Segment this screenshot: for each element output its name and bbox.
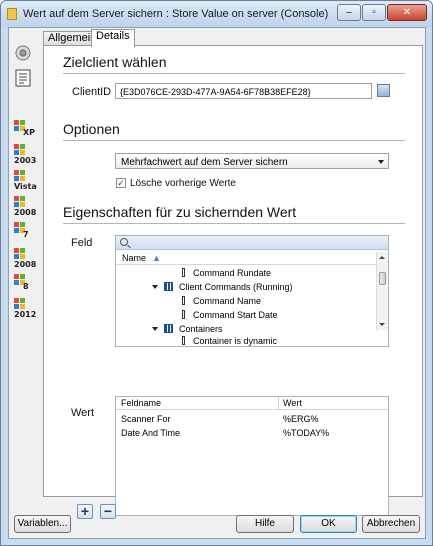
tree-item[interactable]: Command Name — [182, 296, 261, 306]
minimize-button[interactable]: – — [337, 4, 361, 21]
os-label: 2003 — [14, 156, 37, 165]
value-label: Wert — [71, 407, 95, 419]
expand-icon[interactable] — [152, 327, 158, 331]
tree-item[interactable]: Client Commands (Running) — [152, 282, 293, 292]
field-icon — [182, 310, 185, 319]
table-row[interactable]: Date And Time %TODAY% — [116, 426, 388, 440]
store-mode-value: Mehrfachwert auf dem Server sichern — [121, 157, 288, 168]
field-icon — [182, 268, 185, 277]
field-icon — [182, 296, 185, 305]
grid-cell-wert: %ERG% — [283, 414, 319, 424]
disc-icon[interactable] — [15, 45, 31, 61]
tab-details[interactable]: Details — [91, 29, 135, 47]
tree-item[interactable]: Command Rundate — [182, 268, 271, 278]
client-id-field[interactable]: {E3D076CE-293D-477A-9A54-6F78B38EFE28} — [115, 83, 372, 99]
grid-header-feldname[interactable]: Feldname — [121, 398, 161, 408]
grid-cell-feldname: Date And Time — [121, 428, 181, 438]
tree-scrollbar[interactable] — [376, 252, 388, 330]
os-2008-icon[interactable]: 2008 — [14, 196, 42, 218]
section-title-properties: Eigenschaften für zu sichernden Wert — [63, 204, 297, 220]
app-icon — [7, 8, 17, 20]
tree-item[interactable]: Containers — [152, 324, 223, 334]
field-label: Feld — [71, 237, 93, 249]
delete-previous-checkbox[interactable]: ✓ — [116, 178, 126, 188]
os-xp-icon[interactable]: XP — [14, 120, 42, 142]
left-sidebar: XP 2003 Vista 2008 7 2008 8 2012 — [9, 28, 39, 498]
windows-logo-icon — [14, 170, 26, 182]
field-tree[interactable]: Name ▲ Command Rundate Client Commands (… — [115, 235, 389, 347]
os-label: 2008 — [14, 260, 37, 269]
dialog-content: XP 2003 Vista 2008 7 2008 8 2012 Allgeme… — [8, 27, 426, 539]
ok-button[interactable]: OK — [300, 515, 357, 533]
section-title-options: Optionen — [63, 121, 120, 137]
tree-item[interactable]: Container is dynamic — [182, 336, 277, 346]
tree-search-bar[interactable] — [116, 236, 388, 250]
client-id-label: ClientID — [72, 86, 112, 98]
dialog-window: Wert auf dem Server sichern : Store Valu… — [0, 0, 433, 546]
details-panel: Zielclient wählen ClientID {E3D076CE-293… — [43, 45, 423, 519]
tree-item[interactable]: Command Start Date — [182, 310, 278, 320]
chevron-down-icon — [378, 160, 384, 164]
delete-previous-label: Lösche vorherige Werte — [130, 178, 236, 189]
os-2003-icon[interactable]: 2003 — [14, 144, 42, 166]
scroll-thumb[interactable] — [379, 272, 386, 285]
field-icon — [182, 336, 185, 345]
scroll-down-icon[interactable] — [379, 323, 385, 326]
browse-client-icon[interactable] — [377, 84, 390, 97]
grid-header-wert[interactable]: Wert — [283, 398, 302, 408]
tree-header[interactable]: Name ▲ — [116, 252, 388, 265]
table-row[interactable]: Scanner For %ERG% — [116, 412, 388, 426]
grid-cell-wert: %TODAY% — [283, 428, 330, 438]
remove-row-button[interactable]: − — [100, 504, 116, 519]
os-label: 7 — [23, 230, 29, 239]
window-title: Wert auf dem Server sichern : Store Valu… — [23, 8, 329, 20]
tree-header-name: Name — [122, 253, 147, 263]
section-title-client: Zielclient wählen — [63, 54, 167, 70]
sort-ascending-icon: ▲ — [152, 253, 161, 263]
table-icon — [164, 282, 173, 291]
maximize-button[interactable]: ▫ — [362, 4, 386, 21]
os-2012-icon[interactable]: 2012 — [14, 298, 42, 320]
grid-cell-feldname: Scanner For — [121, 414, 171, 424]
os-label: 2008 — [14, 208, 37, 217]
document-icon[interactable] — [15, 69, 31, 87]
os-label: XP — [23, 128, 36, 137]
windows-logo-icon — [14, 298, 26, 310]
grid-header: Feldname Wert — [116, 397, 388, 410]
expand-icon[interactable] — [152, 285, 158, 289]
windows-logo-icon — [14, 248, 26, 260]
os-2008-r2-icon[interactable]: 2008 — [14, 248, 42, 270]
os-label: 8 — [23, 282, 29, 291]
section-divider — [63, 223, 405, 224]
section-divider — [63, 73, 405, 74]
search-icon — [120, 238, 128, 246]
store-mode-dropdown[interactable]: Mehrfachwert auf dem Server sichern — [115, 153, 389, 169]
os-label: Vista — [14, 182, 37, 191]
os-8-icon[interactable]: 8 — [14, 274, 42, 296]
variables-button[interactable]: Variablen... — [14, 515, 71, 533]
table-icon — [164, 324, 173, 333]
windows-logo-icon — [14, 144, 26, 156]
section-divider — [63, 140, 405, 141]
os-vista-icon[interactable]: Vista — [14, 170, 42, 192]
cancel-button[interactable]: Abbrechen — [362, 515, 420, 533]
scroll-up-icon[interactable] — [379, 256, 385, 259]
add-row-button[interactable]: + — [77, 504, 93, 519]
title-bar[interactable]: Wert auf dem Server sichern : Store Valu… — [1, 1, 432, 27]
os-label: 2012 — [14, 310, 37, 319]
help-button[interactable]: Hilfe — [236, 515, 294, 533]
close-button[interactable]: ✕ — [387, 4, 427, 21]
value-grid[interactable]: Feldname Wert Scanner For %ERG% Date And… — [115, 396, 389, 516]
windows-logo-icon — [14, 196, 26, 208]
os-7-icon[interactable]: 7 — [14, 222, 42, 244]
